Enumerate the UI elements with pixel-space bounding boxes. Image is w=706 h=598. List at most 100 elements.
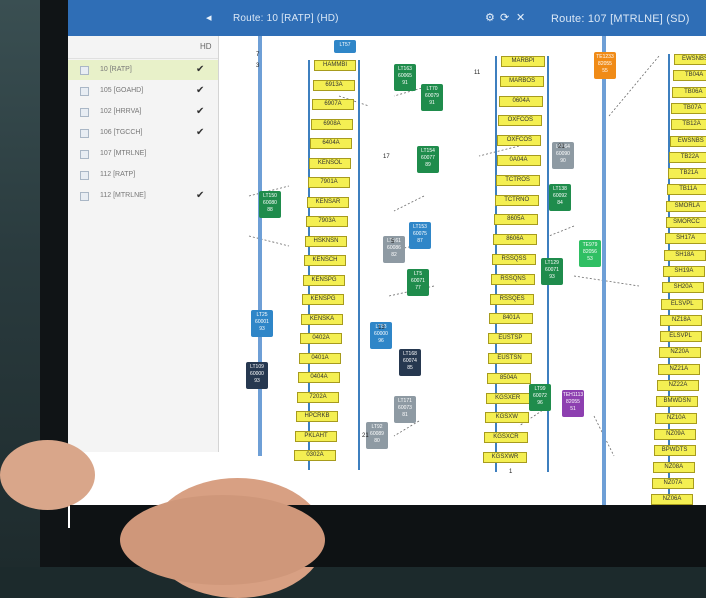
train-marker[interactable]: LT56007177 [407,269,429,296]
station-label[interactable]: TB06A [672,87,706,98]
station-label[interactable]: 0A04A [497,155,541,166]
station-label[interactable]: KGSXWR [483,452,527,463]
gear-icon[interactable]: ⚙ [485,11,495,24]
station-label[interactable]: 6404A [310,138,352,149]
station-label[interactable]: ELSVPL [660,331,702,342]
station-label[interactable]: KENSPG [303,275,345,286]
station-label[interactable]: SH18A [664,250,706,261]
station-label[interactable]: TB07A [671,103,706,114]
station-label[interactable]: EWSNBS [674,54,706,65]
station-label[interactable]: KENSPG [302,294,344,305]
station-label[interactable]: TCTRNO [495,195,539,206]
station-label[interactable]: SMORCC [666,217,706,228]
station-label[interactable]: HPCRKB [296,411,338,422]
station-label[interactable]: OXFCOS [498,115,542,126]
route-checkbox[interactable] [80,150,89,159]
station-label[interactable]: EUSTSP [488,333,532,344]
station-label[interactable]: PKLAHT [295,431,337,442]
train-marker[interactable]: LT1546007789 [417,146,439,173]
station-label[interactable]: HSKNSN [305,236,347,247]
train-marker[interactable]: LT1096000093 [246,362,268,389]
train-marker[interactable]: TEH11138205551 [562,390,584,417]
close-icon[interactable]: ✕ [516,11,525,24]
train-marker[interactable]: LT706007991 [421,84,443,111]
route-checkbox[interactable] [80,66,89,75]
station-label[interactable]: 8606A [493,234,537,245]
station-label[interactable]: NZ07A [652,478,694,489]
station-label[interactable]: BPWDTS [654,445,696,456]
station-label[interactable]: SMORLA [666,201,706,212]
station-label[interactable]: TB21A [668,168,706,179]
station-label[interactable]: KENSCH [304,255,346,266]
train-marker[interactable]: TE9798205653 [579,240,601,267]
station-label[interactable]: 0302A [294,450,336,461]
station-label[interactable]: KGSXCR [484,432,528,443]
station-label[interactable]: 8605A [494,214,538,225]
train-marker[interactable]: LT1686007485 [399,349,421,376]
station-label[interactable]: 6913A [313,80,355,91]
station-label[interactable]: SH20A [662,282,704,293]
route-row[interactable]: 10 [RATP]✔ [68,60,218,80]
route-row[interactable]: 112 [MTRLNE]✔ [68,186,218,206]
route-row[interactable]: 112 [RATP] [68,165,218,185]
station-label[interactable]: NZ20A [659,347,701,358]
station-label[interactable]: RSSQNS [491,274,535,285]
route-checkbox[interactable] [80,192,89,201]
station-label[interactable]: 0604A [499,96,543,107]
train-marker[interactable]: LT1636006591 [394,64,416,91]
chevron-left-icon[interactable]: ◂ [206,11,212,24]
train-marker[interactable]: LT1536007587 [409,222,431,249]
station-label[interactable]: NZ06A [651,494,693,505]
route-row[interactable]: 107 [MTRLNE] [68,144,218,164]
station-label[interactable]: HAMMBI [314,60,356,71]
station-label[interactable]: SH19A [663,266,705,277]
station-label[interactable]: 6907A [312,99,354,110]
station-label[interactable]: NZ08A [653,462,695,473]
station-label[interactable]: 0401A [299,353,341,364]
station-label[interactable]: 8401A [489,313,533,324]
station-label[interactable]: NZ21A [658,364,700,375]
station-label[interactable]: KGSXW [485,412,529,423]
station-label[interactable]: SH17A [665,233,706,244]
station-label[interactable]: 7202A [297,392,339,403]
train-marker[interactable]: LT57 [334,40,356,53]
station-label[interactable]: NZ09A [654,429,696,440]
station-label[interactable]: TB12A [671,119,706,130]
route-checkbox[interactable] [80,129,89,138]
station-label[interactable]: 0402A [300,333,342,344]
route-row[interactable]: 105 [GOAHD]✔ [68,81,218,101]
route-checkbox[interactable] [80,171,89,180]
train-marker[interactable]: LT1386009284 [549,184,571,211]
station-label[interactable]: TB11A [667,184,706,195]
train-marker[interactable]: LT926008980 [366,422,388,449]
station-label[interactable]: 6908A [311,119,353,130]
station-label[interactable]: KENSOL [309,158,351,169]
station-label[interactable]: EWSNBS [670,136,706,147]
train-marker[interactable]: TE12338205555 [594,52,616,79]
station-label[interactable]: KENSAR [307,197,349,208]
station-label[interactable]: 8504A [487,373,531,384]
train-marker[interactable]: LT1716007381 [394,396,416,423]
station-label[interactable]: RSSQSS [492,254,536,265]
station-label[interactable]: 7901A [308,177,350,188]
station-label[interactable]: EUSTSN [488,353,532,364]
station-label[interactable]: NZ18A [660,315,702,326]
station-label[interactable]: BMWDSN [656,396,698,407]
station-label[interactable]: OXFCOS [497,135,541,146]
train-marker[interactable]: LT996007296 [529,384,551,411]
station-label[interactable]: TB22A [669,152,706,163]
station-label[interactable]: ELSVPL [661,299,703,310]
station-label[interactable]: NZ10A [655,413,697,424]
station-label[interactable]: NZ22A [657,380,699,391]
station-label[interactable]: TB04A [673,70,706,81]
train-marker[interactable]: LT1296007193 [541,258,563,285]
station-label[interactable]: KENSKA [301,314,343,325]
station-label[interactable]: 7903A [306,216,348,227]
refresh-icon[interactable]: ⟳ [500,11,509,24]
route-checkbox[interactable] [80,108,89,117]
route-row[interactable]: 102 [HRRVA]✔ [68,102,218,122]
route-checkbox[interactable] [80,87,89,96]
train-marker[interactable]: LT1506008088 [259,191,281,218]
station-label[interactable]: 0404A [298,372,340,383]
station-label[interactable]: TCTROS [496,175,540,186]
